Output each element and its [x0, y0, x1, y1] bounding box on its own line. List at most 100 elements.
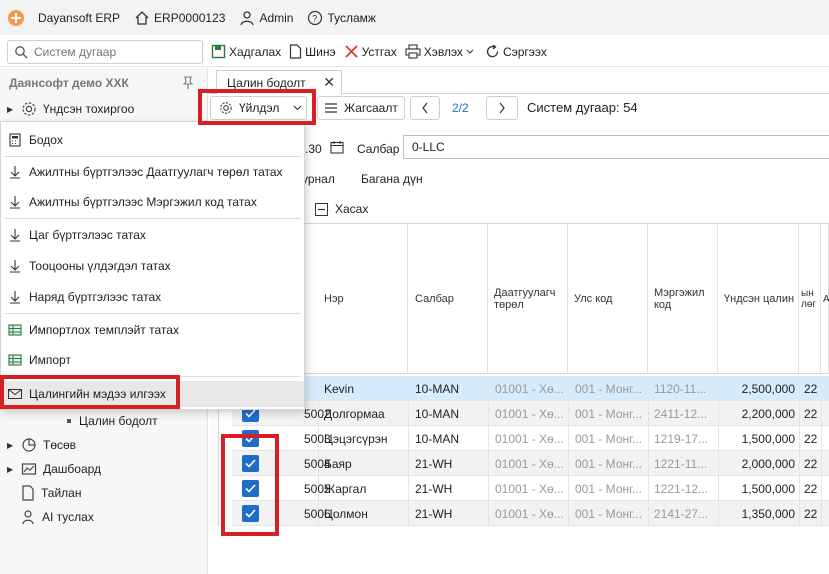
sidebar-item-settings[interactable]: ▶ Үндсэн тохиргоо	[7, 101, 134, 117]
print-label: Хэвлэх	[423, 44, 463, 59]
journal-button[interactable]: Жагсаалт	[317, 96, 405, 120]
remove-button[interactable]: Хасах	[305, 198, 380, 220]
close-icon[interactable]: ✕	[323, 74, 335, 91]
col-header-country-code[interactable]: Улс код	[568, 224, 648, 374]
delete-x-icon	[345, 45, 358, 58]
prev-page-button[interactable]	[410, 96, 440, 120]
cell-insured-type: 01001 - Хө...	[489, 476, 569, 501]
highlight-send-payroll	[0, 375, 180, 409]
menu-item-import[interactable]: Импорт	[1, 347, 304, 373]
cell-name: Жаргал	[319, 476, 409, 501]
branch-field[interactable]: 0-LLC	[403, 135, 829, 159]
table-row[interactable]: 5004 Баяр 21-WH 01001 - Хө... 001 - Монг…	[232, 451, 829, 476]
table-row[interactable]: 5002 Долгормаа 10-MAN 01001 - Хө... 001 …	[232, 401, 829, 426]
cell-branch: 10-MAN	[409, 426, 489, 451]
search-box[interactable]	[7, 39, 203, 64]
tab-label: Цалин бодолт	[227, 75, 306, 90]
menu-item-pull-balance[interactable]: Тооцооны үлдэгдэл татах	[1, 253, 304, 279]
sidebar-item-label: Үндсэн тохиргоо	[43, 102, 135, 116]
cell-name: Kevin	[319, 376, 409, 401]
ai-assistant-icon	[22, 510, 34, 525]
cell-insured-type: 01001 - Хө...	[489, 451, 569, 476]
save-label: Хадгалах	[229, 44, 282, 59]
col-header-name[interactable]: Нэр	[318, 224, 408, 374]
sidebar-item-salary-calc[interactable]: Цалин бодолт	[67, 414, 158, 428]
cell-base-salary: 2,000,000	[719, 451, 800, 476]
gear-icon	[22, 102, 36, 116]
company-name: Даянсофт демо ХХК	[9, 76, 129, 90]
cell-days: 22	[800, 501, 822, 526]
sidebar-item-ai-assistant[interactable]: AI туслах	[17, 509, 94, 525]
remove-label: Хасах	[335, 202, 369, 216]
download-arrow-icon	[1, 195, 29, 209]
menu-item-pull-profession-code[interactable]: Ажилтны бүртгэлээс Мэргэжил код татах	[1, 189, 304, 215]
user-menu[interactable]: Admin	[239, 10, 293, 26]
sidebar-item-report[interactable]: Тайлан	[17, 485, 81, 501]
menu-item-calculate[interactable]: Бодох	[1, 127, 304, 153]
highlight-action-menu	[198, 89, 316, 125]
table-row[interactable]: Kevin 10-MAN 01001 - Хө... 001 - Монг...…	[232, 376, 829, 401]
cell-branch: 10-MAN	[409, 401, 489, 426]
cell-branch: 21-WH	[409, 451, 489, 476]
cell-code: 5003	[276, 426, 331, 451]
action-dropdown-menu: Бодох Ажилтны бүртгэлээс Даатгуулагч төр…	[0, 121, 305, 410]
cell-branch: 10-MAN	[409, 376, 489, 401]
col-header-a[interactable]: А	[821, 224, 829, 374]
menu-item-import-template[interactable]: Импортлох темплэйт татах	[1, 317, 304, 343]
col-header-profession-code[interactable]: Мэргэжил код	[648, 224, 718, 374]
table-row[interactable]: 5005 Жаргал 21-WH 01001 - Хө... 001 - Мо…	[232, 476, 829, 501]
calendar-icon[interactable]	[330, 140, 344, 157]
menu-item-pull-work-orders[interactable]: Наряд бүртгэлээс татах	[1, 284, 304, 310]
col-header-days[interactable]: ын лөг	[799, 224, 821, 374]
help-link[interactable]: ? Тусламж	[307, 10, 376, 26]
cell-profession-code: 1221-12...	[649, 476, 719, 501]
search-input[interactable]	[34, 44, 194, 59]
sidebar-item-label: Тайлан	[41, 486, 82, 500]
refresh-button[interactable]: Сэргээх	[485, 44, 547, 59]
cell-country-code: 001 - Монг...	[569, 401, 649, 426]
cell-code: 5005	[276, 476, 331, 501]
branch-label: Салбар	[357, 142, 400, 156]
col-header-insured-type[interactable]: Даатгуулагч төрөл	[488, 224, 568, 374]
pie-chart-icon	[22, 438, 36, 452]
menu-item-pull-insured-type[interactable]: Ажилтны бүртгэлээс Даатгуулагч төрөл тат…	[1, 159, 304, 185]
user-name: Admin	[259, 10, 294, 25]
cell-insured-type: 01001 - Хө...	[489, 501, 569, 526]
table-row[interactable]: 5003 Цэцэгсүрэн 10-MAN 01001 - Хө... 001…	[232, 426, 829, 451]
cell-insured-type: 01001 - Хө...	[489, 426, 569, 451]
tab-column-total[interactable]: Багана дүн	[361, 172, 423, 186]
svg-text:?: ?	[313, 13, 318, 23]
cell-profession-code: 2141-27...	[649, 501, 719, 526]
tab-journal[interactable]: урнал	[302, 172, 335, 186]
sidebar-item-label: AI туслах	[42, 510, 94, 524]
table-row[interactable]: 5006 Цолмон 21-WH 01001 - Хө... 001 - Мо…	[232, 501, 829, 526]
menu-item-label: Наряд бүртгэлээс татах	[29, 290, 162, 304]
report-icon	[22, 485, 34, 501]
cell-name: Цэцэгсүрэн	[319, 426, 409, 451]
cell-days: 22	[800, 426, 822, 451]
col-header-base-salary[interactable]: Үндсэн цалин	[718, 224, 799, 374]
date-field-fragment[interactable]: .30	[305, 142, 322, 156]
col-header-branch[interactable]: Салбар	[408, 224, 488, 374]
menu-item-label: Импорт	[29, 353, 71, 367]
app-name: Dayansoft ERP	[38, 10, 121, 25]
print-button[interactable]: Хэвлэх	[405, 44, 477, 59]
delete-button[interactable]: Устгах	[344, 44, 397, 59]
new-button[interactable]: Шинэ	[289, 44, 336, 59]
pin-icon[interactable]	[182, 76, 194, 93]
cell-country-code: 001 - Монг...	[569, 376, 649, 401]
cell-base-salary: 2,200,000	[719, 401, 800, 426]
user-icon	[240, 10, 255, 25]
branch-value: 0-LLC	[412, 140, 445, 154]
menu-item-label: Тооцооны үлдэгдэл татах	[29, 259, 171, 273]
sidebar-item-budget[interactable]: ▶ Төсөв	[7, 437, 76, 453]
sidebar-item-dashboard[interactable]: ▶ Дашбоард	[7, 461, 101, 477]
company-code-link[interactable]: ERP0000123	[134, 10, 225, 26]
highlight-checkboxes	[221, 434, 279, 536]
chevron-left-icon	[422, 102, 428, 114]
menu-item-label: Импортлох темплэйт татах	[29, 323, 179, 337]
menu-item-pull-time-records[interactable]: Цаг бүртгэлээс татах	[1, 222, 304, 248]
save-button[interactable]: Хадгалах	[211, 44, 281, 59]
checkmark-icon	[245, 409, 256, 418]
next-page-button[interactable]	[486, 96, 518, 120]
